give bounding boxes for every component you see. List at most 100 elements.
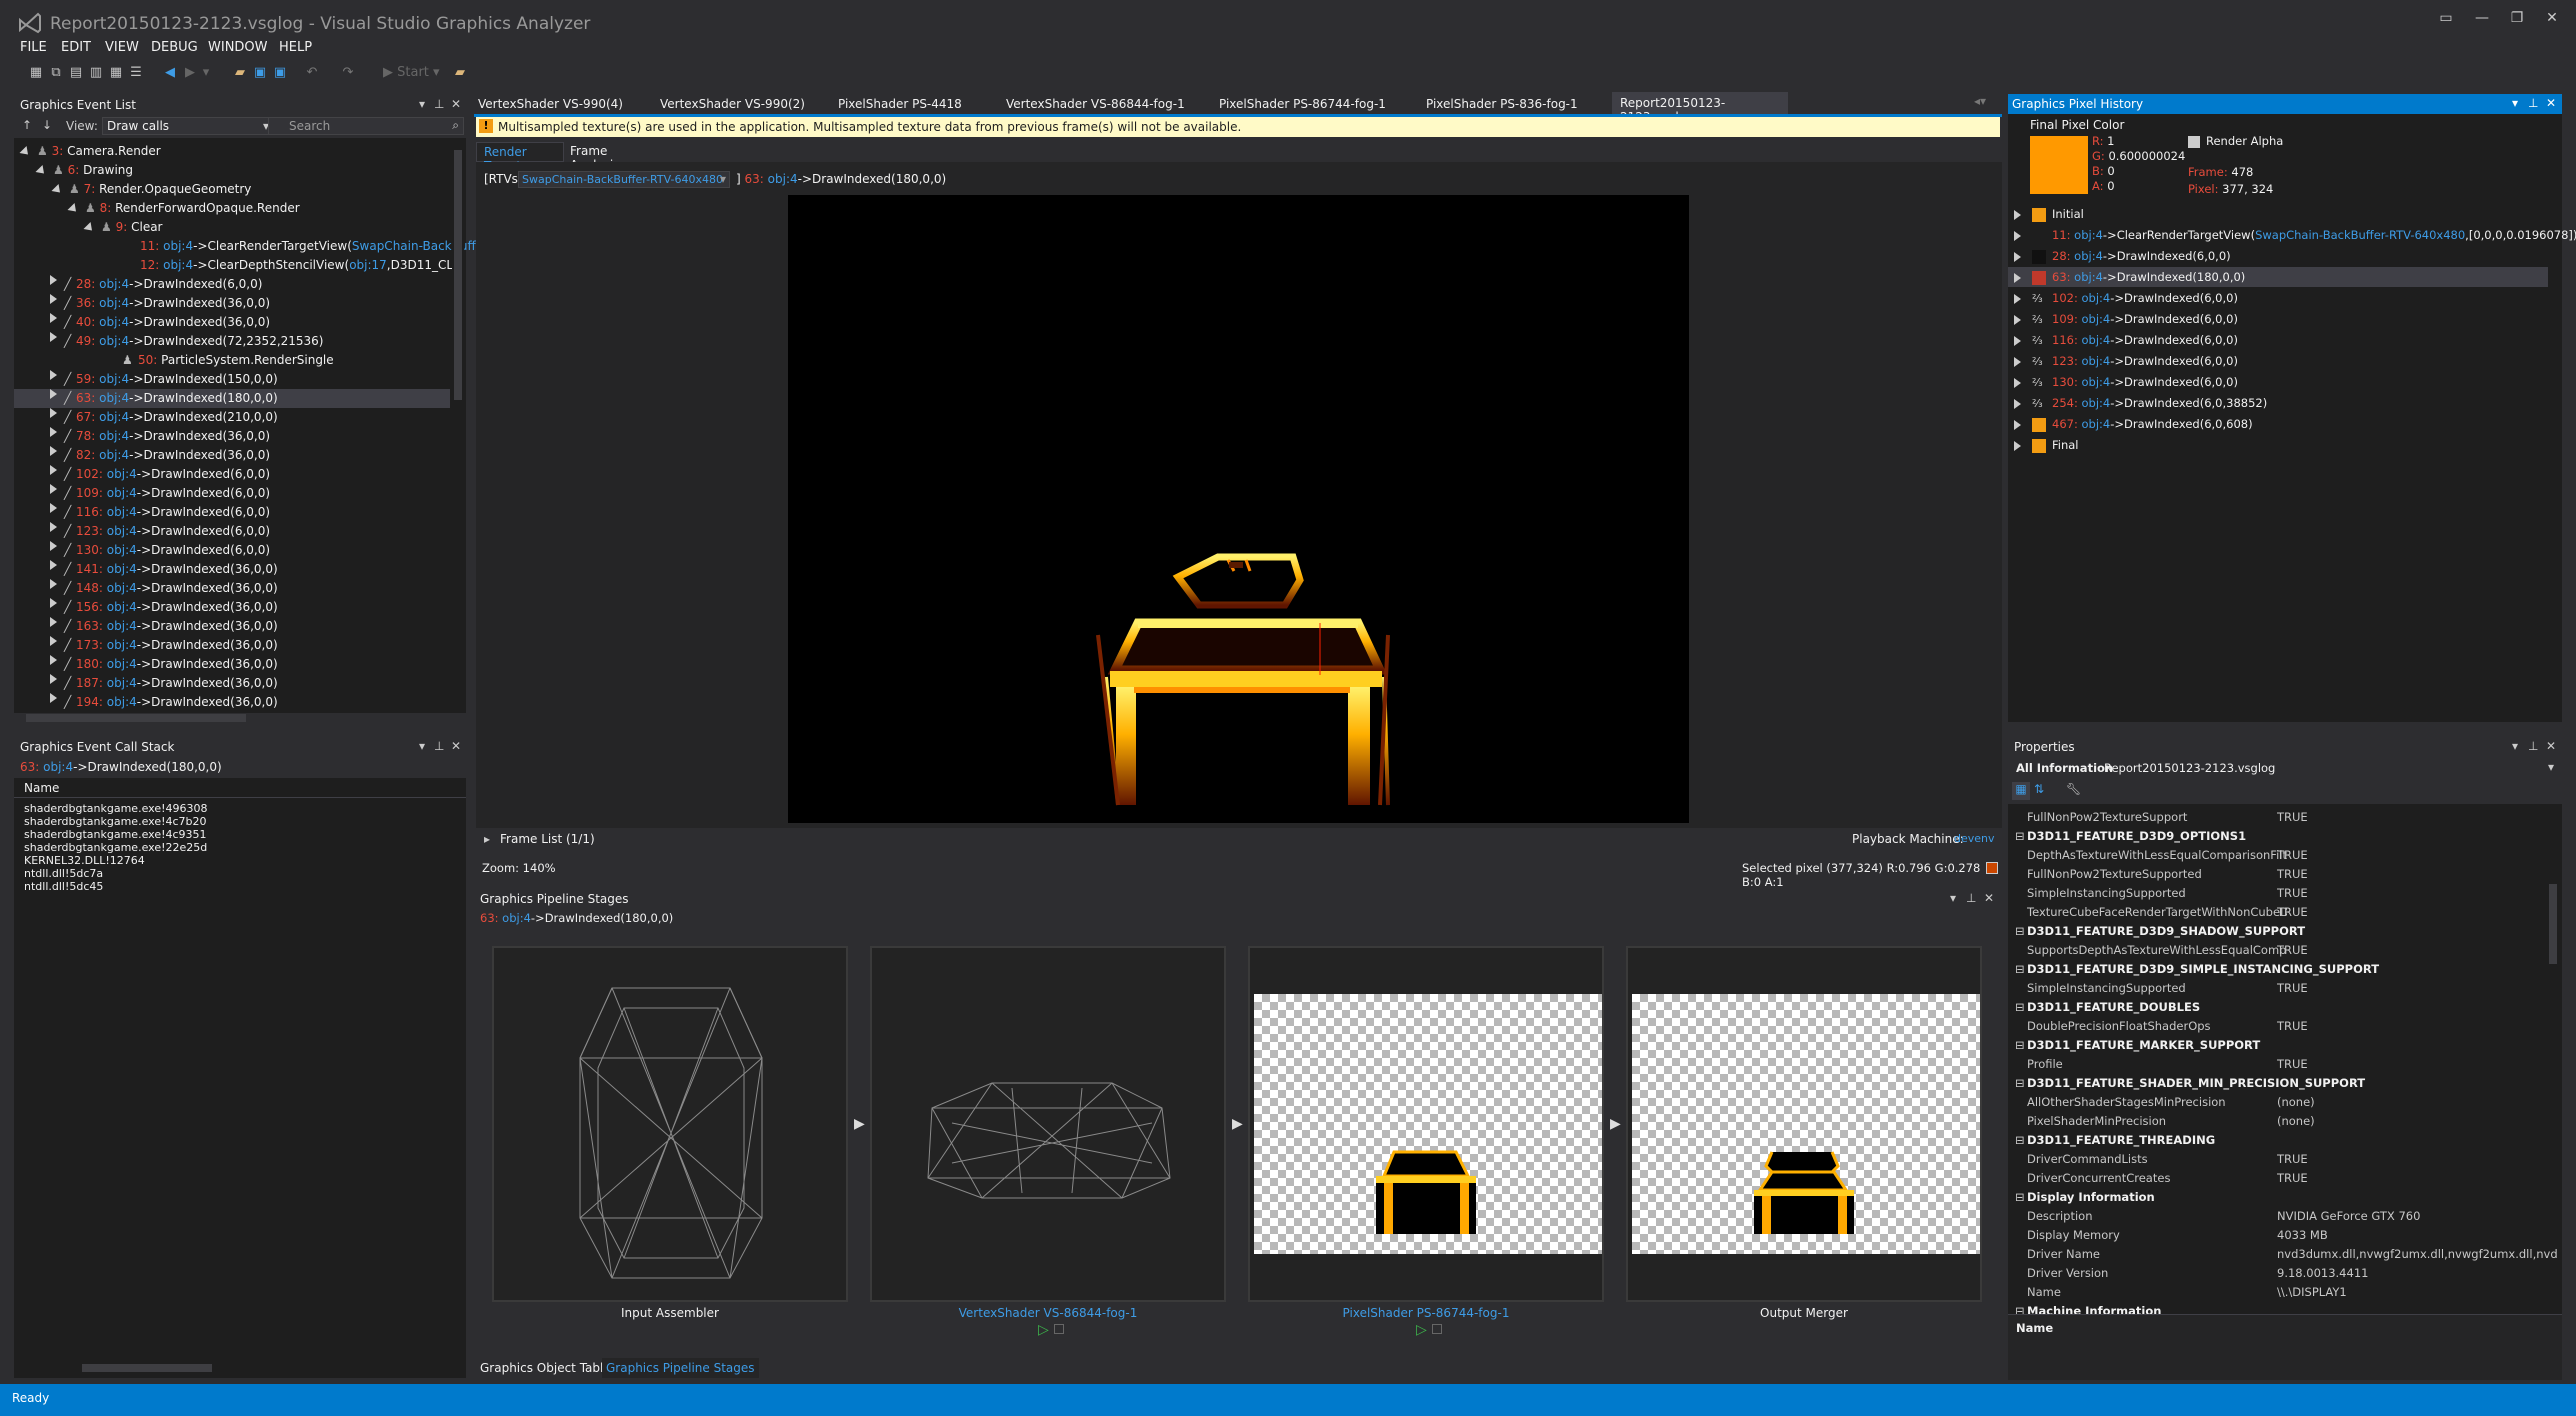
- draw-call-row[interactable]: ╱ 180: obj:4->DrawIndexed(36,0,0): [14, 655, 450, 674]
- property-row[interactable]: SimpleInstancingSupported TRUE: [2015, 979, 2555, 998]
- property-row[interactable]: SupportsDepthAsTextureWithLessEqualCompa…: [2015, 941, 2555, 960]
- doc-tab[interactable]: VertexShader VS-990(4): [478, 94, 623, 114]
- draw-call-row[interactable]: ╱ 123: obj:4->DrawIndexed(6,0,0): [14, 522, 450, 541]
- draw-call-row[interactable]: ╱ 116: obj:4->DrawIndexed(6,0,0): [14, 503, 450, 522]
- pixel-history-row[interactable]: ⅔ 109: obj:4->DrawIndexed(6,0,0): [2008, 309, 2548, 329]
- collapse-icon[interactable]: ⊟: [2015, 1188, 2025, 1207]
- draw-call-row[interactable]: ╱ 36: obj:4->DrawIndexed(36,0,0): [14, 294, 450, 313]
- forward-icon[interactable]: ▶: [182, 65, 198, 81]
- expand-icon[interactable]: [2014, 372, 2029, 392]
- horizontal-scrollbar[interactable]: [16, 1362, 464, 1374]
- tree-node[interactable]: ♟ 9: Clear: [83, 218, 163, 237]
- save-icon[interactable]: ▣: [252, 65, 268, 81]
- toolbar-icon-6[interactable]: ☰: [128, 65, 144, 81]
- draw-call-row[interactable]: ╱ 49: obj:4->DrawIndexed(72,2352,21536): [14, 332, 450, 351]
- expand-icon[interactable]: [50, 313, 57, 323]
- tree-node[interactable]: ♟ 7: Render.OpaqueGeometry: [51, 180, 251, 199]
- close-panel-icon[interactable]: ✕: [451, 97, 461, 111]
- property-row[interactable]: PixelShaderMinPrecision (none): [2015, 1112, 2555, 1131]
- stage-output-merger[interactable]: [1626, 946, 1982, 1302]
- expand-icon[interactable]: [2014, 246, 2029, 266]
- property-pages-icon[interactable]: 🔧︎: [2066, 782, 2081, 796]
- draw-call-row[interactable]: ♟ 50: ParticleSystem.RenderSingle: [14, 351, 450, 370]
- pixel-history-row[interactable]: 63: obj:4->DrawIndexed(180,0,0): [2008, 267, 2548, 287]
- panel-menu-icon[interactable]: ▾: [2512, 96, 2518, 110]
- close-button[interactable]: ✕: [2540, 10, 2564, 30]
- panel-menu-icon[interactable]: ▾: [2512, 739, 2518, 753]
- column-header-name[interactable]: Name: [14, 778, 466, 798]
- close-panel-icon[interactable]: ✕: [2546, 96, 2556, 110]
- dropdown-arrow-icon[interactable]: ▾: [198, 65, 214, 81]
- menu-edit[interactable]: EDIT: [61, 40, 91, 55]
- draw-call-row[interactable]: ╱ 40: obj:4->DrawIndexed(36,0,0): [14, 313, 450, 332]
- tab-render-target[interactable]: Render Target: [476, 142, 564, 173]
- property-row[interactable]: DriverConcurrentCreates TRUE: [2015, 1169, 2555, 1188]
- doc-tab-active[interactable]: Report20150123-2123.vsglog: [1612, 92, 1788, 124]
- expand-icon[interactable]: [50, 598, 57, 608]
- stop-icon[interactable]: [1432, 1324, 1442, 1334]
- stage-label-vertex-shader[interactable]: VertexShader VS-86844-fog-1: [870, 1306, 1226, 1320]
- stop-icon[interactable]: [1054, 1324, 1064, 1334]
- property-category[interactable]: ⊟ Display Information: [2015, 1188, 2555, 1207]
- draw-call-row[interactable]: ╱ 102: obj:4->DrawIndexed(6,0,0): [14, 465, 450, 484]
- redo-icon[interactable]: ↷: [340, 65, 356, 81]
- tab-graphics-object-table[interactable]: Graphics Object Table: [480, 1361, 611, 1375]
- feedback-icon[interactable]: ▭: [2434, 10, 2458, 30]
- draw-call-row[interactable]: ╱ 156: obj:4->DrawIndexed(36,0,0): [14, 598, 450, 617]
- property-category[interactable]: ⊟ D3D11_FEATURE_SHADER_MIN_PRECISION_SUPP…: [2015, 1074, 2555, 1093]
- expand-icon[interactable]: [50, 446, 57, 456]
- draw-call-row[interactable]: ╱ 82: obj:4->DrawIndexed(36,0,0): [14, 446, 450, 465]
- sort-up-icon[interactable]: ↑: [22, 118, 32, 132]
- close-panel-icon[interactable]: ✕: [1984, 891, 1994, 905]
- expand-icon[interactable]: [50, 560, 57, 570]
- pixel-history-row[interactable]: ⅔ 116: obj:4->DrawIndexed(6,0,0): [2008, 330, 2548, 350]
- expand-icon[interactable]: ▸: [484, 832, 490, 846]
- pixel-history-row[interactable]: Final: [2008, 435, 2548, 455]
- tab-frame-analysis[interactable]: Frame Analysis: [566, 142, 656, 172]
- vertical-scrollbar[interactable]: [452, 140, 464, 700]
- stage-pixel-shader[interactable]: [1248, 946, 1604, 1302]
- property-row[interactable]: Display Memory 4033 MB: [2015, 1226, 2555, 1245]
- draw-call-row[interactable]: ╱ 28: obj:4->DrawIndexed(6,0,0): [14, 275, 450, 294]
- rtv-dropdown[interactable]: SwapChain-BackBuffer-RTV-640x480 ▾: [518, 171, 730, 188]
- menu-debug[interactable]: DEBUG: [151, 40, 198, 55]
- horizontal-scrollbar[interactable]: [16, 712, 452, 724]
- property-category[interactable]: ⊟ D3D11_FEATURE_THREADING: [2015, 1131, 2555, 1150]
- undo-icon[interactable]: ↶: [304, 65, 320, 81]
- expand-icon[interactable]: [50, 465, 57, 475]
- tab-overflow-icon[interactable]: ◂▾: [1974, 94, 1986, 108]
- property-category[interactable]: ⊟ D3D11_FEATURE_MARKER_SUPPORT: [2015, 1036, 2555, 1055]
- collapse-icon[interactable]: ⊟: [2015, 827, 2025, 846]
- stack-frame[interactable]: ntdll.dll!5dc45: [24, 880, 103, 893]
- collapse-icon[interactable]: ⊟: [2015, 1131, 2025, 1150]
- doc-tab[interactable]: VertexShader VS-86844-fog-1: [1006, 94, 1185, 114]
- pixel-history-row[interactable]: ⅔ 254: obj:4->DrawIndexed(6,0,38852): [2008, 393, 2548, 413]
- property-row[interactable]: FullNonPow2TextureSupported TRUE: [2015, 865, 2555, 884]
- pixel-history-row[interactable]: Initial: [2008, 204, 2548, 224]
- properties-object-selector[interactable]: All Information Report20150123-2123.vsgl…: [2008, 758, 2562, 778]
- draw-call-row[interactable]: ╱ 141: obj:4->DrawIndexed(36,0,0): [14, 560, 450, 579]
- expand-icon[interactable]: [2014, 204, 2029, 224]
- expand-icon[interactable]: [50, 579, 57, 589]
- draw-call-row[interactable]: ╱ 130: obj:4->DrawIndexed(6,0,0): [14, 541, 450, 560]
- expand-icon[interactable]: [2014, 435, 2029, 455]
- expand-icon[interactable]: [50, 408, 57, 418]
- pin-icon[interactable]: ⊥: [2528, 739, 2538, 753]
- property-row[interactable]: Name \\.\DISPLAY1: [2015, 1283, 2555, 1302]
- property-row[interactable]: Driver Name nvd3dumx.dll,nvwgf2umx.dll,nv…: [2015, 1245, 2557, 1264]
- pin-icon[interactable]: ⊥: [1966, 891, 1976, 905]
- pin-icon[interactable]: ⊥: [434, 97, 444, 111]
- close-panel-icon[interactable]: ✕: [451, 739, 461, 753]
- tree-node[interactable]: ♟ 3: Camera.Render: [19, 142, 161, 161]
- tree-node[interactable]: 11: obj:4->ClearRenderTargetView(SwapCha…: [140, 237, 492, 256]
- minimize-button[interactable]: —: [2470, 10, 2494, 30]
- stack-frame[interactable]: shaderdbgtankgame.exe!22e25d: [24, 841, 207, 854]
- search-input[interactable]: Search ⌕: [268, 117, 464, 135]
- menu-view[interactable]: VIEW: [105, 40, 139, 55]
- property-row[interactable]: Profile TRUE: [2015, 1055, 2555, 1074]
- draw-call-row[interactable]: ╱ 67: obj:4->DrawIndexed(210,0,0): [14, 408, 450, 427]
- scroll-thumb[interactable]: [26, 714, 246, 722]
- draw-call-row[interactable]: ╱ 163: obj:4->DrawIndexed(36,0,0): [14, 617, 450, 636]
- expand-icon[interactable]: [2014, 288, 2029, 308]
- draw-call-row[interactable]: ╱ 78: obj:4->DrawIndexed(36,0,0): [14, 427, 450, 446]
